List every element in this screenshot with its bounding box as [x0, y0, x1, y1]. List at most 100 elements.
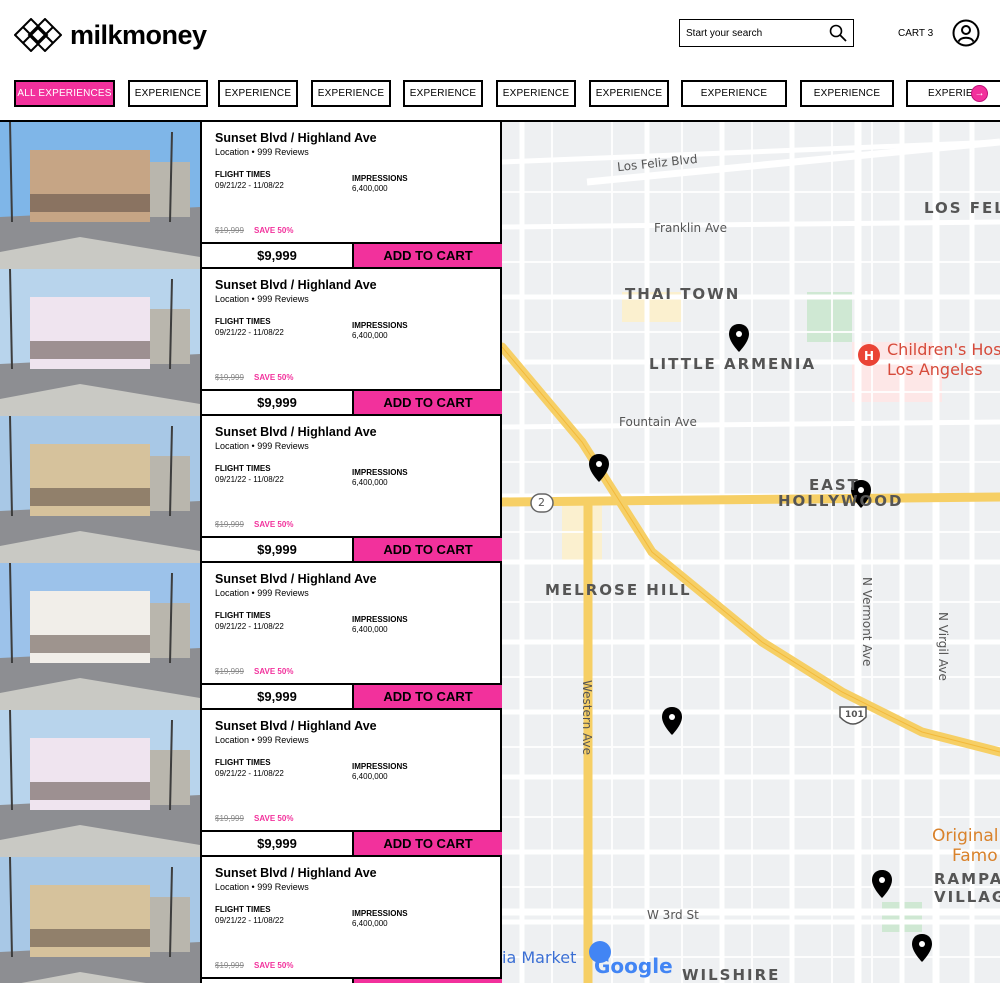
flight-times-label: FLIGHT TIMES — [215, 464, 271, 473]
filter-experience[interactable]: EXPERIENCE — [403, 80, 483, 107]
listing-title[interactable]: Sunset Blvd / Highland Ave — [215, 278, 377, 292]
add-to-cart-button[interactable]: ADD TO CART — [352, 242, 502, 267]
map-canvas[interactable]: H — [502, 122, 1000, 983]
cart-link[interactable]: CART 3 — [898, 28, 933, 39]
filter-experience[interactable]: EXPERIENCE — [681, 80, 787, 107]
listing-photo[interactable] — [0, 857, 200, 983]
listing-reviews[interactable]: 999 Reviews — [257, 588, 309, 598]
flight-times-value: 09/21/22 - 11/08/22 — [215, 916, 284, 925]
map-label-street: W 3rd St — [647, 908, 699, 922]
add-to-cart-button[interactable]: ADD TO CART — [352, 536, 502, 561]
listing-reviews[interactable]: 999 Reviews — [257, 441, 309, 451]
listing-meta: Location • 999 Reviews — [215, 882, 309, 892]
listing-title[interactable]: Sunset Blvd / Highland Ave — [215, 719, 377, 733]
listing-title[interactable]: Sunset Blvd / Highland Ave — [215, 572, 377, 586]
listing-card[interactable]: Sunset Blvd / Highland Ave Location • 999… — [0, 563, 502, 710]
original-price: $19,999 — [215, 814, 244, 823]
filter-experience[interactable]: EXPERIENCE — [218, 80, 298, 107]
dot-separator: • — [249, 735, 258, 745]
map-label-neighborhood: MELROSE HILL — [545, 581, 692, 599]
filter-scroll-next-button[interactable]: → — [971, 85, 988, 102]
listing-photo[interactable] — [0, 710, 200, 857]
listing-price: $9,999 — [202, 389, 352, 414]
add-to-cart-button[interactable]: ADD TO CART — [352, 683, 502, 708]
original-price: $19,999 — [215, 520, 244, 529]
listing-reviews[interactable]: 999 Reviews — [257, 882, 309, 892]
filter-experience[interactable]: EXPERIENCE — [128, 80, 208, 107]
dot-separator: • — [249, 294, 258, 304]
add-to-cart-button[interactable]: ADD TO CART — [352, 830, 502, 855]
listing-price: $9,999 — [202, 683, 352, 708]
impressions-label: IMPRESSIONS — [352, 762, 408, 771]
listing-details: Sunset Blvd / Highland Ave Location • 999… — [200, 416, 502, 563]
listing-details: Sunset Blvd / Highland Ave Location • 999… — [200, 269, 502, 416]
listing-reviews[interactable]: 999 Reviews — [257, 147, 309, 157]
listing-card[interactable]: Sunset Blvd / Highland Ave Location • 999… — [0, 122, 502, 269]
logo[interactable]: milkmoney — [14, 17, 207, 53]
map-pin-icon[interactable] — [729, 324, 749, 352]
discount-badge: SAVE 50% — [254, 520, 294, 529]
listing-location: Location — [215, 882, 250, 892]
map-pin-icon[interactable] — [662, 707, 682, 735]
account-icon[interactable] — [952, 19, 980, 47]
filter-experience[interactable]: EXPERIENCE — [589, 80, 669, 107]
dot-separator: • — [249, 147, 258, 157]
impressions-label: IMPRESSIONS — [352, 468, 408, 477]
flight-times-label: FLIGHT TIMES — [215, 317, 271, 326]
listing-photo[interactable] — [0, 563, 200, 710]
filter-experience[interactable]: EXPERIENCE — [311, 80, 391, 107]
discount-badge: SAVE 50% — [254, 814, 294, 823]
map-label-poi: Los Angeles — [887, 360, 983, 379]
listing-meta: Location • 999 Reviews — [215, 147, 309, 157]
impressions-value: 6,400,000 — [352, 772, 388, 781]
header: milkmoney CART 3 — [0, 0, 1000, 70]
listing-price: $9,999 — [202, 830, 352, 855]
flight-times-label: FLIGHT TIMES — [215, 758, 271, 767]
listing-card[interactable]: Sunset Blvd / Highland Ave Location • 999… — [0, 857, 502, 983]
filter-experience[interactable]: EXPERIENCE — [800, 80, 894, 107]
listing-reviews[interactable]: 999 Reviews — [257, 294, 309, 304]
listing-photo[interactable] — [0, 416, 200, 563]
listing-title[interactable]: Sunset Blvd / Highland Ave — [215, 131, 377, 145]
map-label-street: N Vermont Ave — [860, 577, 874, 667]
add-to-cart-button[interactable]: ADD TO CART — [352, 977, 502, 983]
listing-list[interactable]: Sunset Blvd / Highland Ave Location • 999… — [0, 120, 502, 983]
map-label-neighborhood: RAMPA — [934, 870, 1000, 888]
search-icon[interactable] — [829, 24, 847, 42]
brand-name: milkmoney — [70, 20, 207, 50]
listing-meta: Location • 999 Reviews — [215, 294, 309, 304]
listing-meta: Location • 999 Reviews — [215, 588, 309, 598]
map-label-neighborhood: VILLAG — [934, 888, 1000, 906]
search-input[interactable] — [686, 27, 821, 39]
listing-card[interactable]: Sunset Blvd / Highland Ave Location • 999… — [0, 416, 502, 563]
map-label-poi: Children's Hos — [887, 340, 1000, 359]
add-to-cart-button[interactable]: ADD TO CART — [352, 389, 502, 414]
listing-photo[interactable] — [0, 122, 200, 269]
listing-details: Sunset Blvd / Highland Ave Location • 999… — [200, 857, 502, 983]
discount-badge: SAVE 50% — [254, 373, 294, 382]
listing-photo[interactable] — [0, 269, 200, 416]
discount-badge: SAVE 50% — [254, 226, 294, 235]
map-label-street: N Virgil Ave — [936, 612, 950, 681]
map-label-poi: ia Market — [502, 948, 577, 967]
listing-reviews[interactable]: 999 Reviews — [257, 735, 309, 745]
map-pin-icon[interactable] — [872, 870, 892, 898]
listing-card[interactable]: Sunset Blvd / Highland Ave Location • 999… — [0, 269, 502, 416]
flight-times-value: 09/21/22 - 11/08/22 — [215, 328, 284, 337]
map-label-route: 2 — [538, 496, 545, 509]
search-box[interactable] — [679, 19, 854, 47]
filter-experience[interactable]: EXPERIENCE — [496, 80, 576, 107]
listing-details: Sunset Blvd / Highland Ave Location • 999… — [200, 710, 502, 857]
map-label-poi: Famo — [952, 846, 998, 866]
listing-title[interactable]: Sunset Blvd / Highland Ave — [215, 866, 377, 880]
listing-card[interactable]: Sunset Blvd / Highland Ave Location • 999… — [0, 710, 502, 857]
impressions-label: IMPRESSIONS — [352, 615, 408, 624]
map-label-route: 101 — [845, 710, 864, 720]
map[interactable]: H Los Feliz Blvd Franklin Ave LOS FELI T… — [502, 120, 1000, 983]
map-label-poi: Original — [932, 826, 999, 846]
filter-all-experiences[interactable]: ALL EXPERIENCES — [14, 80, 115, 107]
listing-title[interactable]: Sunset Blvd / Highland Ave — [215, 425, 377, 439]
original-price: $19,999 — [215, 373, 244, 382]
google-logo: Google — [594, 954, 673, 978]
flight-times-value: 09/21/22 - 11/08/22 — [215, 622, 284, 631]
